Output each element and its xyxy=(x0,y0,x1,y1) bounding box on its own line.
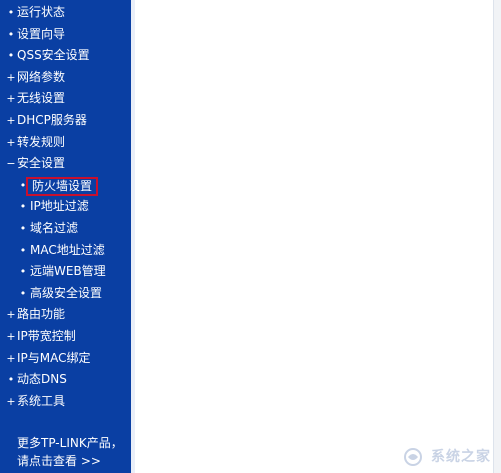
watermark-logo-icon xyxy=(404,448,423,466)
submenu-item-remote-web[interactable]: • 远端WEB管理 xyxy=(0,261,131,283)
expand-icon: + xyxy=(6,308,16,322)
menu-item-label: 路由功能 xyxy=(17,307,66,322)
content-frame: 系统之家 xyxy=(131,0,501,473)
menu-list: • 运行状态 • 设置向导 • QSS安全设置 + 网络参数 + 无线设置 + … xyxy=(0,2,131,412)
expand-icon: + xyxy=(6,351,16,365)
menu-item-wireless[interactable]: + 无线设置 xyxy=(0,88,131,110)
submenu-item-ip-filter[interactable]: • IP地址过滤 xyxy=(0,196,131,218)
menu-item-label: 转发规则 xyxy=(17,134,66,149)
expand-icon: + xyxy=(6,135,16,149)
menu-item-dhcp[interactable]: + DHCP服务器 xyxy=(0,110,131,132)
menu-item-label: 安全设置 xyxy=(17,156,66,171)
menu-item-ip-mac-binding[interactable]: + IP与MAC绑定 xyxy=(0,348,131,370)
submenu-item-label: 高级安全设置 xyxy=(30,285,103,300)
menu-item-label: 运行状态 xyxy=(17,5,66,19)
bullet-icon: • xyxy=(19,221,27,235)
menu-item-bandwidth[interactable]: + IP带宽控制 xyxy=(0,326,131,348)
sidebar-menu: • 运行状态 • 设置向导 • QSS安全设置 + 网络参数 + 无线设置 + … xyxy=(0,0,131,473)
menu-item-label: IP与MAC绑定 xyxy=(17,350,91,365)
menu-item-ddns[interactable]: • 动态DNS xyxy=(0,369,131,391)
menu-item-label: IP带宽控制 xyxy=(17,328,76,343)
bullet-icon: • xyxy=(19,286,27,300)
submenu-item-label: 远端WEB管理 xyxy=(30,264,106,279)
menu-item-setup-wizard[interactable]: • 设置向导 xyxy=(0,24,131,46)
menu-item-label: QSS安全设置 xyxy=(17,48,90,63)
submenu-item-label: 域名过滤 xyxy=(30,220,79,235)
expand-icon: + xyxy=(6,394,16,408)
menu-item-system-tools[interactable]: + 系统工具 xyxy=(0,391,131,413)
submenu-item-label: 防火墙设置 xyxy=(26,176,99,196)
promo-block: 更多TP-LINK产品， 请点击查看 >> xyxy=(17,434,123,470)
submenu-item-firewall[interactable]: • 防火墙设置 xyxy=(0,175,131,197)
menu-item-label: 设置向导 xyxy=(17,26,66,41)
expand-icon: + xyxy=(6,113,16,127)
menu-item-label: DHCP服务器 xyxy=(17,112,87,127)
submenu-item-mac-filter[interactable]: • MAC地址过滤 xyxy=(0,240,131,262)
bullet-icon: • xyxy=(7,373,15,387)
menu-item-label: 网络参数 xyxy=(17,69,66,84)
menu-item-label: 无线设置 xyxy=(17,91,66,106)
bullet-icon: • xyxy=(19,243,27,257)
menu-item-network[interactable]: + 网络参数 xyxy=(0,67,131,89)
expand-icon: + xyxy=(6,92,16,106)
bullet-icon: • xyxy=(7,49,15,63)
menu-item-qss[interactable]: • QSS安全设置 xyxy=(0,45,131,67)
expand-icon: + xyxy=(6,70,16,84)
submenu-item-label: IP地址过滤 xyxy=(30,199,89,214)
submenu-item-advanced-security[interactable]: • 高级安全设置 xyxy=(0,283,131,305)
promo-link[interactable]: 请点击查看 >> xyxy=(17,452,123,470)
submenu-item-label: MAC地址过滤 xyxy=(30,242,105,257)
scrollbar[interactable] xyxy=(493,0,501,473)
expand-icon: + xyxy=(6,329,16,343)
menu-item-routing[interactable]: + 路由功能 xyxy=(0,304,131,326)
menu-item-label: 动态DNS xyxy=(17,372,67,387)
submenu-item-domain-filter[interactable]: • 域名过滤 xyxy=(0,218,131,240)
menu-item-label: 系统工具 xyxy=(17,393,66,408)
promo-text[interactable]: 更多TP-LINK产品， xyxy=(17,434,123,452)
collapse-icon: − xyxy=(6,157,16,171)
menu-item-security[interactable]: − 安全设置 xyxy=(0,153,131,175)
menu-item-status[interactable]: • 运行状态 xyxy=(0,2,131,24)
menu-item-forwarding[interactable]: + 转发规则 xyxy=(0,132,131,154)
bullet-icon: • xyxy=(19,200,27,214)
frame-edge xyxy=(131,0,135,473)
bullet-icon: • xyxy=(7,6,15,19)
watermark-text: 系统之家 xyxy=(431,449,491,465)
bullet-icon: • xyxy=(7,27,15,41)
watermark: 系统之家 xyxy=(403,446,491,467)
bullet-icon: • xyxy=(19,265,27,279)
